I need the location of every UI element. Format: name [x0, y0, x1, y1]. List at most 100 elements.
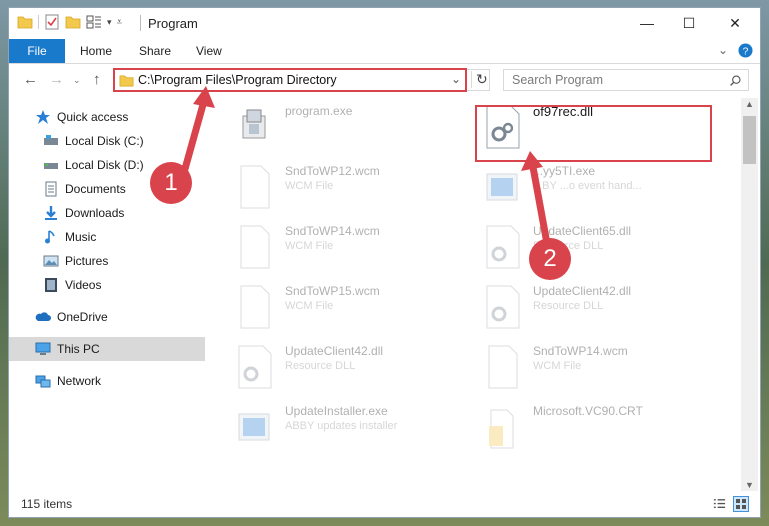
file-type: WCM File: [533, 360, 582, 372]
refresh-icon[interactable]: ↻: [471, 71, 488, 88]
view-options-icon[interactable]: [86, 14, 102, 30]
minimize-button[interactable]: —: [624, 8, 670, 38]
file-type: WCM File: [285, 300, 334, 312]
large-icons-view-icon[interactable]: [733, 496, 749, 512]
sidebar-item-documents[interactable]: Documents 📌: [9, 177, 236, 201]
sidebar-item-label: OneDrive: [57, 310, 108, 324]
scrollbar-thumb[interactable]: [743, 116, 756, 164]
vertical-scrollbar[interactable]: ▲ ▼: [741, 98, 758, 491]
tab-file[interactable]: File: [9, 39, 65, 63]
drive-icon: [44, 163, 58, 169]
file-type: Resource DLL: [285, 360, 356, 372]
sidebar-item-this-pc[interactable]: This PC: [9, 337, 228, 361]
application-icon: [242, 109, 266, 139]
tab-home[interactable]: Home: [80, 39, 112, 63]
file-item[interactable]: UpdateInstaller.exe ABBY updates install…: [235, 404, 475, 452]
file-explorer-window: ▾ ⩡ Program — ☐ ✕ File Home Share View ⌄…: [8, 7, 761, 518]
file-type: WCM File: [285, 180, 334, 192]
file-name: UpdateClient42.dll: [285, 344, 384, 358]
recent-locations-icon[interactable]: ⌄: [73, 75, 81, 86]
address-highlight-box: [113, 68, 467, 92]
dll-file-icon: [486, 225, 520, 269]
folder-file-icon: [489, 409, 514, 449]
sidebar-item-onedrive[interactable]: OneDrive: [9, 305, 228, 329]
documents-icon: [45, 181, 57, 197]
sidebar-item-label: Pictures: [65, 254, 109, 268]
document-file-icon: [240, 165, 270, 209]
installer-icon: [238, 413, 270, 441]
tab-view[interactable]: View: [196, 39, 222, 63]
sidebar-item-pictures[interactable]: Pictures 📌: [9, 249, 236, 273]
navigation-pane: Quick access Local Disk (C:) 📌 Local Dis…: [9, 98, 234, 493]
file-name: ...yy5TI.exe: [533, 164, 596, 178]
scroll-down-icon[interactable]: ▼: [745, 480, 754, 490]
item-count: 115 items: [21, 497, 73, 511]
file-item[interactable]: UpdateClient42.dll Resource DLL: [235, 344, 475, 392]
sidebar-item-label: Quick access: [57, 110, 129, 124]
customize-toolbar-icon[interactable]: ⩡: [117, 17, 123, 28]
file-name: program.exe: [285, 104, 353, 118]
file-item[interactable]: UpdateClient65.dll Resource DLL: [483, 224, 723, 272]
back-arrow-icon[interactable]: ←: [23, 71, 38, 88]
sidebar-item-local-disk-c[interactable]: Local Disk (C:) 📌: [9, 129, 236, 153]
file-name: SndToWP14.wcm: [285, 224, 380, 238]
sidebar-item-label: Videos: [65, 278, 102, 292]
file-item[interactable]: SndToWP14.wcm WCM File: [235, 224, 475, 272]
details-view-icon[interactable]: [712, 497, 727, 512]
file-item[interactable]: SndToWP15.wcm WCM File: [235, 284, 475, 332]
file-item-program-exe[interactable]: program.exe: [235, 104, 475, 152]
up-arrow-icon[interactable]: ↑: [93, 71, 101, 88]
expand-ribbon-icon[interactable]: ⌄: [718, 43, 728, 57]
file-item[interactable]: UpdateClient42.dll Resource DLL: [483, 284, 723, 332]
file-name: UpdateInstaller.exe: [285, 404, 388, 418]
new-folder-icon[interactable]: [65, 14, 81, 30]
file-name: UpdateClient65.dll: [533, 224, 632, 238]
sidebar-item-label: Music: [65, 230, 97, 244]
document-file-icon: [240, 225, 270, 269]
help-icon[interactable]: ?: [738, 43, 753, 58]
maximize-button[interactable]: ☐: [666, 8, 712, 38]
title-bar: ▾ ⩡ Program — ☐ ✕: [9, 8, 760, 38]
sidebar-item-local-disk-d[interactable]: Local Disk (D:) 📌: [9, 153, 236, 177]
file-item[interactable]: Microsoft.VC90.CRT: [483, 404, 723, 452]
search-box[interactable]: Search Program: [503, 69, 749, 91]
sidebar-item-downloads[interactable]: Downloads 📌: [9, 201, 236, 225]
file-type: Resource DLL: [533, 300, 604, 312]
quick-access-toolbar: ▾ ⩡: [17, 14, 122, 30]
file-name: SndToWP14.wcm: [533, 344, 628, 358]
search-icon[interactable]: [729, 74, 742, 87]
computer-icon: [35, 342, 51, 355]
star-icon: [36, 110, 50, 124]
videos-icon: [45, 278, 57, 292]
file-type: WCM File: [285, 240, 334, 252]
customize-dropdown-icon[interactable]: ▾: [107, 17, 112, 28]
file-item[interactable]: SndToWP12.wcm WCM File: [235, 164, 475, 212]
file-item[interactable]: SndToWP14.wcm WCM File: [483, 344, 723, 392]
sidebar-item-videos[interactable]: Videos 📌: [9, 273, 236, 297]
folder-icon[interactable]: [17, 14, 33, 30]
music-icon: [45, 230, 55, 244]
sidebar-item-quick-access[interactable]: Quick access: [9, 105, 228, 129]
file-item[interactable]: ...yy5TI.exe ...BY ...o event hand...: [483, 164, 723, 212]
sidebar-item-network[interactable]: Network: [9, 369, 228, 393]
forward-arrow-icon[interactable]: →: [49, 71, 64, 88]
download-icon: [45, 206, 57, 220]
file-name: SndToWP12.wcm: [285, 164, 380, 178]
document-file-icon: [240, 285, 270, 329]
properties-icon[interactable]: [44, 14, 60, 30]
file-name: Microsoft.VC90.CRT: [533, 404, 643, 418]
document-file-icon: [488, 345, 518, 389]
scroll-up-icon[interactable]: ▲: [745, 99, 754, 109]
sidebar-item-label: Local Disk (C:): [65, 134, 144, 148]
step-2-badge: 2: [529, 238, 571, 280]
sidebar-item-music[interactable]: Music 📌: [9, 225, 236, 249]
dll-file-icon: [486, 285, 520, 329]
file-name: SndToWP15.wcm: [285, 284, 380, 298]
drive-icon: [44, 135, 58, 145]
status-bar: 115 items: [9, 491, 760, 517]
tab-share[interactable]: Share: [139, 39, 171, 63]
sidebar-item-label: Local Disk (D:): [65, 158, 144, 172]
close-button[interactable]: ✕: [712, 8, 758, 38]
sidebar-item-label: This PC: [57, 342, 100, 356]
cloud-icon: [35, 312, 51, 321]
